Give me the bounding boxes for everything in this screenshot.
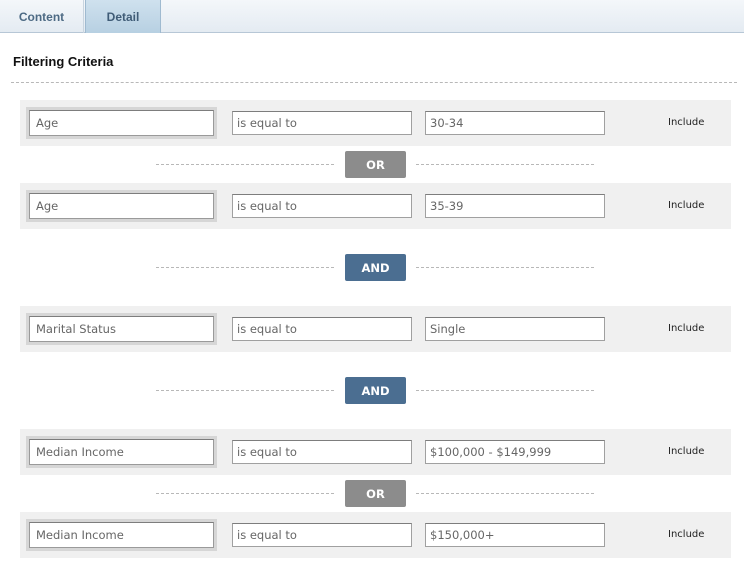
field-selector: Age [26, 190, 217, 222]
operator-input[interactable]: is equal to [232, 194, 412, 218]
connector: OR [0, 480, 744, 507]
tab-content[interactable]: Content [0, 0, 84, 33]
criteria-row: Marital Status is equal to Single Includ… [20, 306, 731, 352]
field-input[interactable]: Age [29, 110, 214, 136]
operator-input[interactable]: is equal to [232, 111, 412, 135]
operator-input[interactable]: is equal to [232, 317, 412, 341]
include-toggle[interactable]: Include [668, 200, 704, 211]
field-selector: Median Income [26, 436, 217, 468]
operator-input[interactable]: is equal to [232, 523, 412, 547]
and-button[interactable]: AND [345, 377, 406, 404]
criteria-row: Median Income is equal to $100,000 - $14… [20, 429, 731, 475]
include-toggle[interactable]: Include [668, 117, 704, 128]
connector-divider-right [416, 164, 594, 165]
tab-bar: Content Detail [0, 0, 744, 33]
value-input[interactable]: $150,000+ [425, 523, 605, 547]
title-divider [11, 82, 737, 83]
connector-divider-left [156, 164, 334, 165]
and-button[interactable]: AND [345, 254, 406, 281]
connector: AND [0, 377, 744, 404]
field-input[interactable]: Age [29, 193, 214, 219]
connector-divider-right [416, 493, 594, 494]
connector-divider-left [156, 267, 334, 268]
or-button[interactable]: OR [345, 151, 406, 178]
operator-input[interactable]: is equal to [232, 440, 412, 464]
tab-detail[interactable]: Detail [85, 0, 161, 33]
include-toggle[interactable]: Include [668, 446, 704, 457]
include-toggle[interactable]: Include [668, 323, 704, 334]
section-title: Filtering Criteria [13, 54, 114, 69]
connector-divider-left [156, 390, 334, 391]
or-button[interactable]: OR [345, 480, 406, 507]
connector: OR [0, 151, 744, 178]
field-input[interactable]: Median Income [29, 522, 214, 548]
criteria-row: Age is equal to 35-39 Include [20, 183, 731, 229]
field-input[interactable]: Median Income [29, 439, 214, 465]
connector-divider-left [156, 493, 334, 494]
value-input[interactable]: 30-34 [425, 111, 605, 135]
connector: AND [0, 254, 744, 281]
value-input[interactable]: Single [425, 317, 605, 341]
field-selector: Age [26, 107, 217, 139]
connector-divider-right [416, 267, 594, 268]
include-toggle[interactable]: Include [668, 529, 704, 540]
value-input[interactable]: 35-39 [425, 194, 605, 218]
value-input[interactable]: $100,000 - $149,999 [425, 440, 605, 464]
field-selector: Median Income [26, 519, 217, 551]
field-selector: Marital Status [26, 313, 217, 345]
connector-divider-right [416, 390, 594, 391]
field-input[interactable]: Marital Status [29, 316, 214, 342]
criteria-row: Age is equal to 30-34 Include [20, 100, 731, 146]
criteria-row: Median Income is equal to $150,000+ Incl… [20, 512, 731, 558]
